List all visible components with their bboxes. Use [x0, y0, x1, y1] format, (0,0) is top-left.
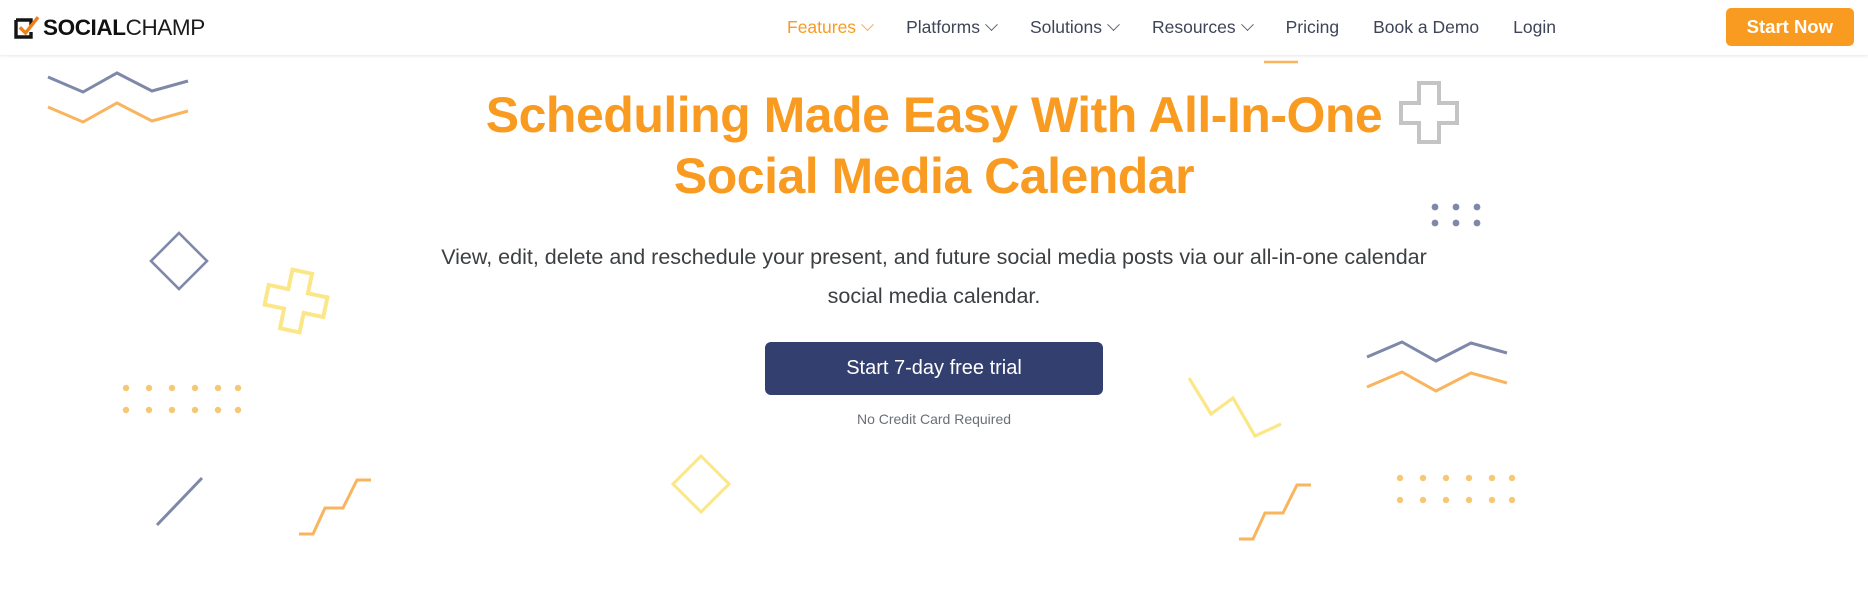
headline-line-2: Social Media Calendar: [673, 148, 1195, 204]
chevron-down-icon: [1107, 18, 1120, 32]
nav-item-book-a-demo[interactable]: Book a Demo: [1356, 0, 1496, 55]
nav-label: Resources: [1151, 17, 1236, 37]
dot-grid-yellow-bottom-right: [1396, 474, 1516, 504]
nav-label: Book a Demo: [1373, 17, 1480, 37]
step-orange-bottom-left: [299, 478, 371, 536]
site-header: SOCIALCHAMP Features Platforms Solutions…: [0, 0, 1868, 55]
nav-item-platforms[interactable]: Platforms: [889, 0, 1013, 55]
nav-label: Platforms: [906, 17, 980, 37]
nav-item-solutions[interactable]: Solutions: [1013, 0, 1135, 55]
nav-item-pricing[interactable]: Pricing: [1269, 0, 1357, 55]
hero-content: Scheduling Made Easy With All-In-One Soc…: [0, 55, 1868, 427]
checkbox-check-icon: [14, 15, 40, 41]
nav-label: Login: [1513, 17, 1556, 37]
logo-wordmark: SOCIALCHAMP: [43, 15, 205, 41]
page-title: Scheduling Made Easy With All-In-One Soc…: [0, 85, 1868, 207]
nav-label: Pricing: [1285, 17, 1340, 37]
diamond-yellow-bottom: [670, 453, 732, 515]
chevron-down-icon: [1240, 18, 1254, 32]
logo-text-light: CHAMP: [125, 15, 206, 40]
step-orange-bottom-right: [1239, 483, 1311, 541]
diagonal-slate-bottom-left: [155, 476, 204, 527]
hero-section: Scheduling Made Easy With All-In-One Soc…: [0, 55, 1868, 608]
nav-label: Solutions: [1029, 17, 1102, 37]
hero-subtitle: View, edit, delete and reschedule your p…: [0, 238, 1868, 316]
nav-item-login[interactable]: Login: [1496, 0, 1573, 55]
logo[interactable]: SOCIALCHAMP: [14, 13, 205, 43]
headline-line-1: Scheduling Made Easy With All-In-One: [485, 87, 1383, 143]
subtitle-line-2: social media calendar.: [827, 284, 1041, 308]
hero-cta-wrap: Start 7-day free trial: [0, 316, 1868, 395]
start-now-button[interactable]: Start Now: [1725, 8, 1854, 46]
logo-text-bold: SOCIAL: [43, 15, 126, 40]
nav-label: Features: [787, 17, 857, 37]
start-free-trial-button[interactable]: Start 7-day free trial: [765, 342, 1103, 395]
main-navigation: Features Platforms Solutions Resources P…: [770, 0, 1573, 55]
nav-item-features[interactable]: Features: [770, 0, 889, 55]
subtitle-line-1: View, edit, delete and reschedule your p…: [441, 245, 1427, 269]
chevron-down-icon: [985, 18, 998, 32]
nav-item-resources[interactable]: Resources: [1135, 0, 1269, 55]
chevron-down-icon: [861, 18, 874, 32]
no-credit-card-note: No Credit Card Required: [856, 411, 1012, 427]
